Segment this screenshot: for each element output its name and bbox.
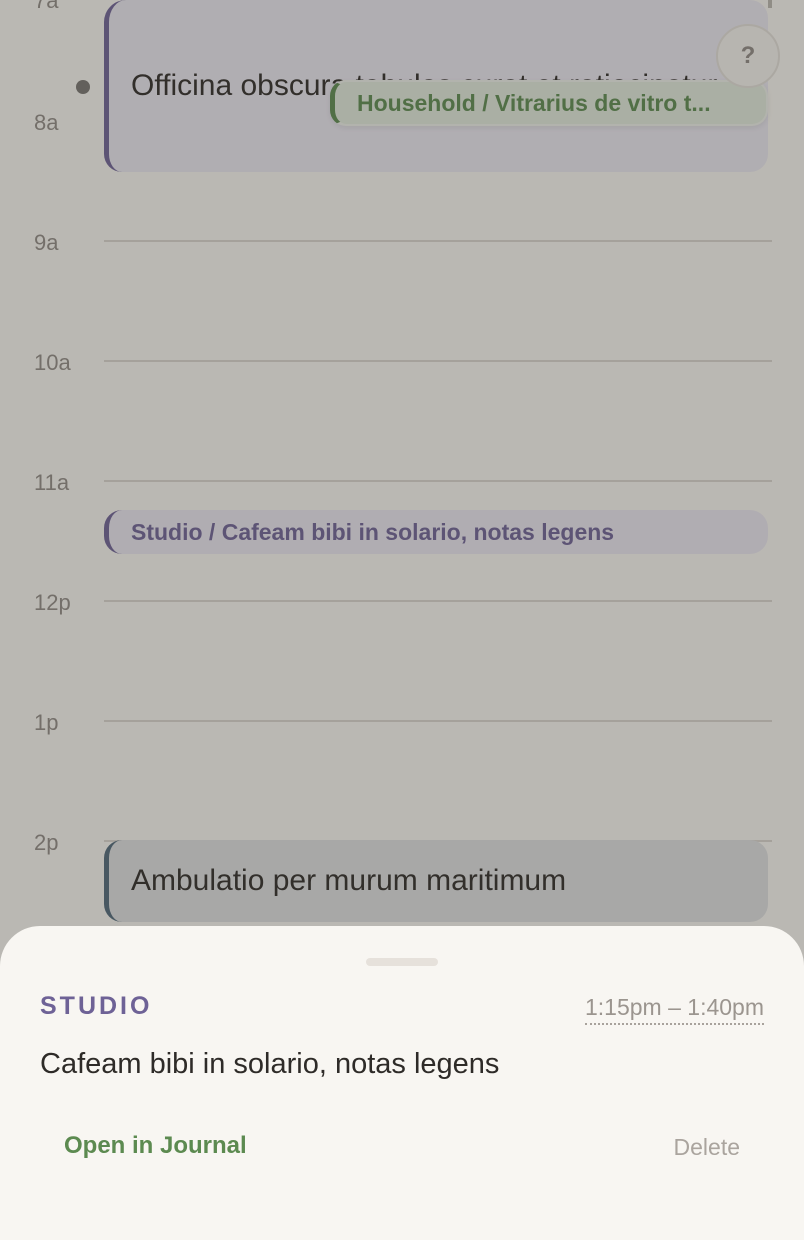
event-description: Cafeam bibi in solario, notas legens <box>40 1048 500 1080</box>
event-category: STUDIO <box>40 992 153 1020</box>
open-in-journal-button[interactable]: Open in Journal <box>64 1132 247 1160</box>
event-time-range[interactable]: 1:15pm – 1:40pm <box>584 994 764 1025</box>
event-detail-sheet: STUDIO 1:15pm – 1:40pm Cafeam bibi in so… <box>0 926 804 1240</box>
delete-button[interactable]: Delete <box>674 1134 740 1161</box>
sheet-drag-handle[interactable] <box>366 958 438 966</box>
day-timeline-screen: 7a 8a 9a 10a 11a 12p 1p 2p Officina obsc… <box>0 0 804 1240</box>
